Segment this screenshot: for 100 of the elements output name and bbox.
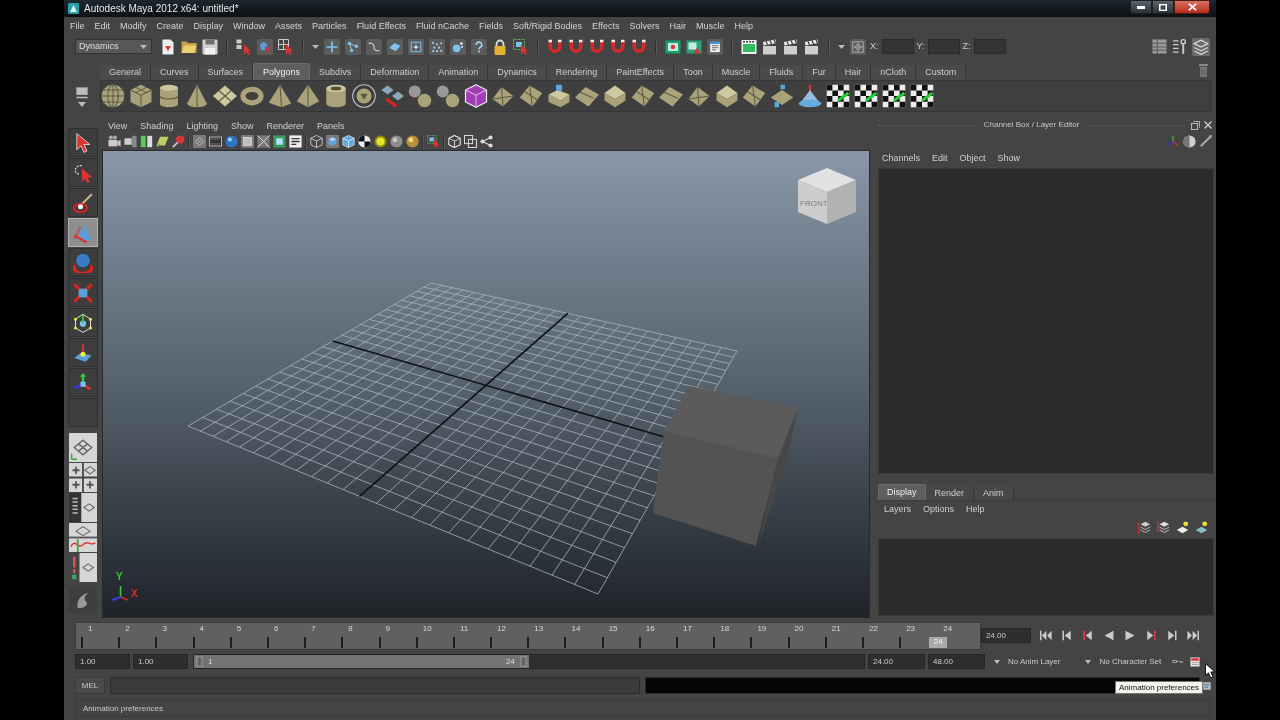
snap-icon[interactable] [850,38,866,55]
new-layer-icon[interactable] [1176,520,1189,534]
menu-item[interactable]: Display [193,21,224,31]
menu-set-dropdown[interactable]: Dynamics [75,39,152,54]
sphere-icon[interactable] [225,135,238,148]
select-tool-button[interactable] [68,128,98,157]
needle-icon[interactable] [1200,135,1212,147]
menu-item[interactable]: Fluid nCache [416,21,469,31]
box-icon[interactable] [714,84,739,108]
panel-menu-item[interactable]: Lighting [186,121,218,131]
channel-box-menu-item[interactable]: Channels [882,153,921,163]
magnet-icon[interactable] [631,38,647,55]
selection-box-icon[interactable] [427,135,440,148]
soft-mod-icon[interactable] [73,342,93,363]
shelf-tab[interactable]: PaintEffects [607,65,675,80]
surface-icon[interactable] [387,38,403,55]
ball-icon[interactable] [406,135,419,148]
minimize-icon[interactable] [1137,5,1145,9]
ball-icon[interactable] [390,135,403,148]
panel-menu-item[interactable]: View [108,121,128,131]
shelf-tab[interactable]: Dynamics [488,65,547,80]
scale-tool-button[interactable] [68,278,98,307]
shelf-tabs-icon[interactable] [76,87,88,99]
magnet-icon[interactable] [589,38,605,55]
sphere-icon[interactable] [101,84,125,108]
command-input-field[interactable] [110,677,640,694]
textured-ball-icon[interactable] [358,135,371,148]
clapper-icon[interactable] [762,38,778,55]
polygon-icon[interactable] [742,84,767,108]
new-scene-icon[interactable] [160,38,176,55]
layer-menu-item[interactable]: Help [966,504,985,514]
maximize-icon[interactable] [1159,3,1167,11]
camera-icon[interactable] [108,135,121,148]
channel-box-menu-item[interactable]: Show [997,153,1021,163]
skip-to-start-icon[interactable] [1040,630,1052,641]
layer-up-icon[interactable] [1138,520,1151,534]
shelf-tab[interactable]: Fur [803,65,836,80]
slider-handle-icon[interactable] [520,656,527,667]
image-plane-icon[interactable] [156,135,169,148]
cube-outline-icon[interactable] [448,135,461,148]
new-layer-icon[interactable] [1195,520,1208,534]
anim-layer-menu[interactable]: No Anim Layer [1008,657,1061,666]
render-list-icon[interactable] [707,38,723,55]
shelf-tab[interactable]: Muscle [712,65,761,80]
menu-item[interactable]: Particles [312,21,347,31]
polygon-icon[interactable] [519,84,544,108]
render-icon[interactable] [665,38,681,55]
magnet-icon[interactable] [547,38,563,55]
range-slider-track[interactable]: 1 24 [193,654,865,669]
show-manipulator-button[interactable] [68,368,98,397]
play-backward-icon[interactable] [1103,630,1115,641]
rotate-icon[interactable] [73,252,93,273]
menu-item[interactable]: File [70,21,85,31]
half-circle-icon[interactable] [1183,134,1196,148]
pipe-icon[interactable] [324,84,349,108]
spheres-icon[interactable] [407,84,432,108]
coordinate-field[interactable] [881,39,914,54]
graph-layout-icon[interactable] [69,523,97,552]
component-mode-icon[interactable] [278,38,294,55]
current-time-field[interactable]: 24.00 [981,628,1031,643]
layer-down-icon[interactable] [1157,520,1170,534]
render-icon[interactable] [686,38,702,55]
axes-icon[interactable] [1167,135,1179,147]
checker-icon[interactable] [826,84,851,108]
soccer-ball-icon[interactable] [352,84,376,108]
torus-icon[interactable] [240,84,265,108]
manipulator-icon[interactable] [73,312,93,333]
dropdown-arrow-icon[interactable] [312,44,319,49]
dropdown-arrow-icon[interactable] [1085,659,1092,664]
object-mode-icon[interactable] [257,38,273,55]
planes-arrow-icon[interactable] [379,84,404,108]
share-icon[interactable] [480,135,493,148]
isolate-icon[interactable] [273,135,286,148]
menu-item[interactable]: Solvers [629,21,660,31]
box-icon[interactable] [603,84,628,108]
script-editor-icon[interactable] [1203,681,1211,690]
scale-icon[interactable] [73,282,93,303]
lasso-icon[interactable] [73,162,93,183]
coordinate-field[interactable] [973,39,1006,54]
start-time-field[interactable]: 1.00 [75,654,130,669]
plane-icon[interactable] [212,84,237,108]
menu-item[interactable]: Window [233,21,266,31]
channel-box-menu-item[interactable]: Object [959,153,986,163]
float-window-icon[interactable] [1191,120,1200,130]
manipulator-tool-button[interactable] [68,308,98,337]
panel-menu-item[interactable]: Shading [140,121,174,131]
save-icon[interactable] [202,38,218,55]
menu-item[interactable]: Effects [592,21,620,31]
layer-tab[interactable]: Display [878,484,926,500]
play-icon[interactable] [1124,630,1136,641]
playback-end-field[interactable]: 24.00 [868,654,925,669]
shelf-tab[interactable]: nCloth [871,65,917,80]
dropdown-arrow-icon[interactable] [140,44,147,49]
curve-icon[interactable] [366,38,382,55]
minimize-button[interactable] [1130,0,1152,14]
channel-box-menu-item[interactable]: Edit [932,153,948,163]
dynamics-icon[interactable] [450,38,466,55]
3d-viewport[interactable]: FRONT Y X [102,150,870,618]
lasso-tool-button[interactable] [68,158,98,187]
tool-settings-icon[interactable] [1172,39,1187,54]
